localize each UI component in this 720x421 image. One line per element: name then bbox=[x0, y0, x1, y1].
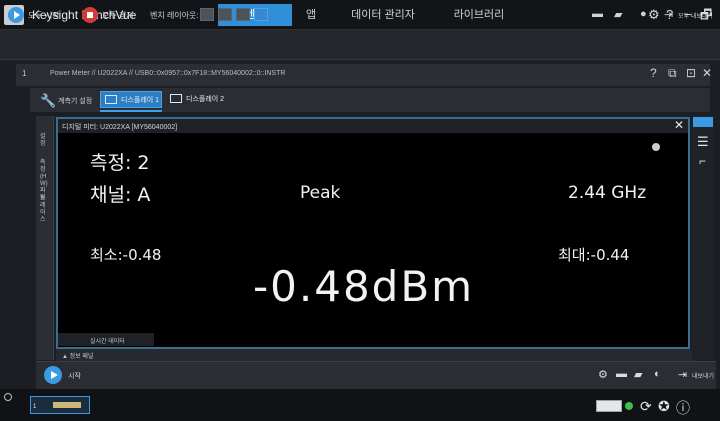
monitor-icon[interactable] bbox=[596, 400, 622, 412]
power-reading: -0.48dBm bbox=[253, 262, 475, 311]
run-all-icon[interactable] bbox=[8, 7, 24, 23]
measurement-mode: Peak bbox=[300, 183, 341, 203]
refresh-icon[interactable]: ⟳ bbox=[640, 398, 652, 415]
layout-option-4[interactable] bbox=[254, 8, 268, 21]
display-title: 디지털 미터: U2022XA [MY56040002] bbox=[62, 124, 178, 131]
instrument-thumbnail[interactable] bbox=[30, 396, 90, 414]
corner-arrow-icon[interactable]: ⌐ bbox=[699, 154, 706, 168]
display-icon bbox=[105, 95, 117, 104]
info-panel-bar[interactable] bbox=[56, 349, 696, 361]
info-panel-label: ▲ 정보 패널 bbox=[62, 354, 94, 360]
save-icon[interactable]: ▬ bbox=[616, 368, 627, 380]
tab-display-2-label: 디스플레이 2 bbox=[186, 96, 225, 103]
maximize-icon[interactable]: ⊡ bbox=[686, 66, 696, 80]
frequency-value: 2.44 GHz bbox=[568, 183, 647, 203]
display-close-icon[interactable]: ✕ bbox=[674, 118, 684, 132]
layout-option-2[interactable] bbox=[218, 8, 232, 21]
max-value: 최대:-0.44 bbox=[558, 246, 630, 264]
instrument-address: Power Meter // U2022XA // USB0::0x0957::… bbox=[50, 70, 286, 77]
list-menu-icon[interactable]: ☰ bbox=[697, 134, 709, 150]
instrument-control-bar bbox=[36, 361, 716, 389]
instrument-index: 1 bbox=[22, 69, 27, 78]
connection-ok-icon bbox=[625, 402, 633, 410]
instrument-help-icon[interactable]: ? bbox=[650, 66, 657, 80]
display-icon bbox=[170, 94, 182, 103]
right-side-panel bbox=[692, 116, 714, 360]
popout-icon[interactable]: ⧉ bbox=[668, 66, 677, 81]
save-icon[interactable]: ▬ bbox=[592, 8, 603, 20]
tab-display-1[interactable]: 디스플레이 1 bbox=[100, 91, 162, 108]
realtime-data-label: 실시간 데이터 bbox=[90, 339, 125, 345]
side-tab-trace[interactable]: 트레이스 bbox=[40, 196, 50, 224]
measurement-label: 측정: 2 bbox=[90, 152, 150, 174]
record-icon[interactable]: ● bbox=[640, 8, 647, 20]
export-icon[interactable]: ⇥ bbox=[678, 368, 687, 381]
instrument-thumbnail-label: 1 bbox=[33, 404, 37, 410]
tab-display-1-label: 디스플레이 1 bbox=[121, 97, 160, 104]
layout-option-1[interactable] bbox=[200, 8, 214, 21]
info-icon[interactable]: ⓘ bbox=[676, 398, 690, 418]
benchvue-window: Keysight BenchVue 벤치 앱 데이터 관리자 라이브러리 ⚙ ?… bbox=[0, 0, 720, 421]
right-panel-tab[interactable] bbox=[693, 117, 713, 127]
export-all-label[interactable]: 모두 내보내기 bbox=[678, 11, 713, 20]
stop-all-label[interactable]: 모두 정지 bbox=[102, 10, 134, 21]
bench-toolbar bbox=[0, 30, 720, 60]
nav-tab-library[interactable]: 라이브러리 bbox=[444, 4, 514, 26]
nav-tab-data-manager[interactable]: 데이터 관리자 bbox=[338, 4, 428, 26]
settings-gear-icon[interactable]: ⚙ bbox=[648, 8, 660, 22]
layout-label: 벤치 레이아웃: bbox=[150, 11, 199, 20]
stop-all-icon[interactable] bbox=[82, 7, 98, 23]
digital-meter-display bbox=[56, 117, 690, 349]
wrench-icon[interactable]: 🔧 bbox=[40, 93, 56, 109]
tab-instrument-settings[interactable]: 계측기 설정 bbox=[58, 96, 92, 106]
channel-label: 채널: A bbox=[90, 184, 151, 206]
min-value: 최소:-0.48 bbox=[90, 246, 162, 264]
tools-icon[interactable]: ✪ bbox=[658, 398, 670, 415]
open-folder-icon[interactable]: ▰ bbox=[614, 8, 622, 21]
settings-icon[interactable]: ⚙ bbox=[598, 368, 608, 381]
left-side-panel bbox=[36, 116, 54, 360]
start-icon[interactable] bbox=[44, 366, 62, 384]
folder-icon[interactable]: ▰ bbox=[634, 368, 642, 381]
side-tab-settings[interactable]: 설정 bbox=[40, 134, 50, 148]
taskbar-gear-icon[interactable] bbox=[4, 393, 12, 401]
export-icon[interactable]: ⇥ bbox=[664, 8, 673, 21]
snapshot-icon[interactable]: ◐ bbox=[654, 368, 661, 380]
nav-tab-apps[interactable]: 앱 bbox=[296, 4, 326, 26]
tab-display-2[interactable]: 디스플레이 2 bbox=[166, 91, 228, 108]
layout-option-3[interactable] bbox=[236, 8, 250, 21]
start-label[interactable]: 시작 bbox=[68, 371, 81, 381]
export-label[interactable]: 내보내기 bbox=[692, 371, 714, 380]
run-all-label[interactable]: 모두 시작 bbox=[28, 10, 60, 21]
status-indicator bbox=[652, 143, 660, 151]
active-tab-indicator bbox=[100, 110, 162, 112]
instrument-close-icon[interactable]: ✕ bbox=[702, 66, 712, 80]
